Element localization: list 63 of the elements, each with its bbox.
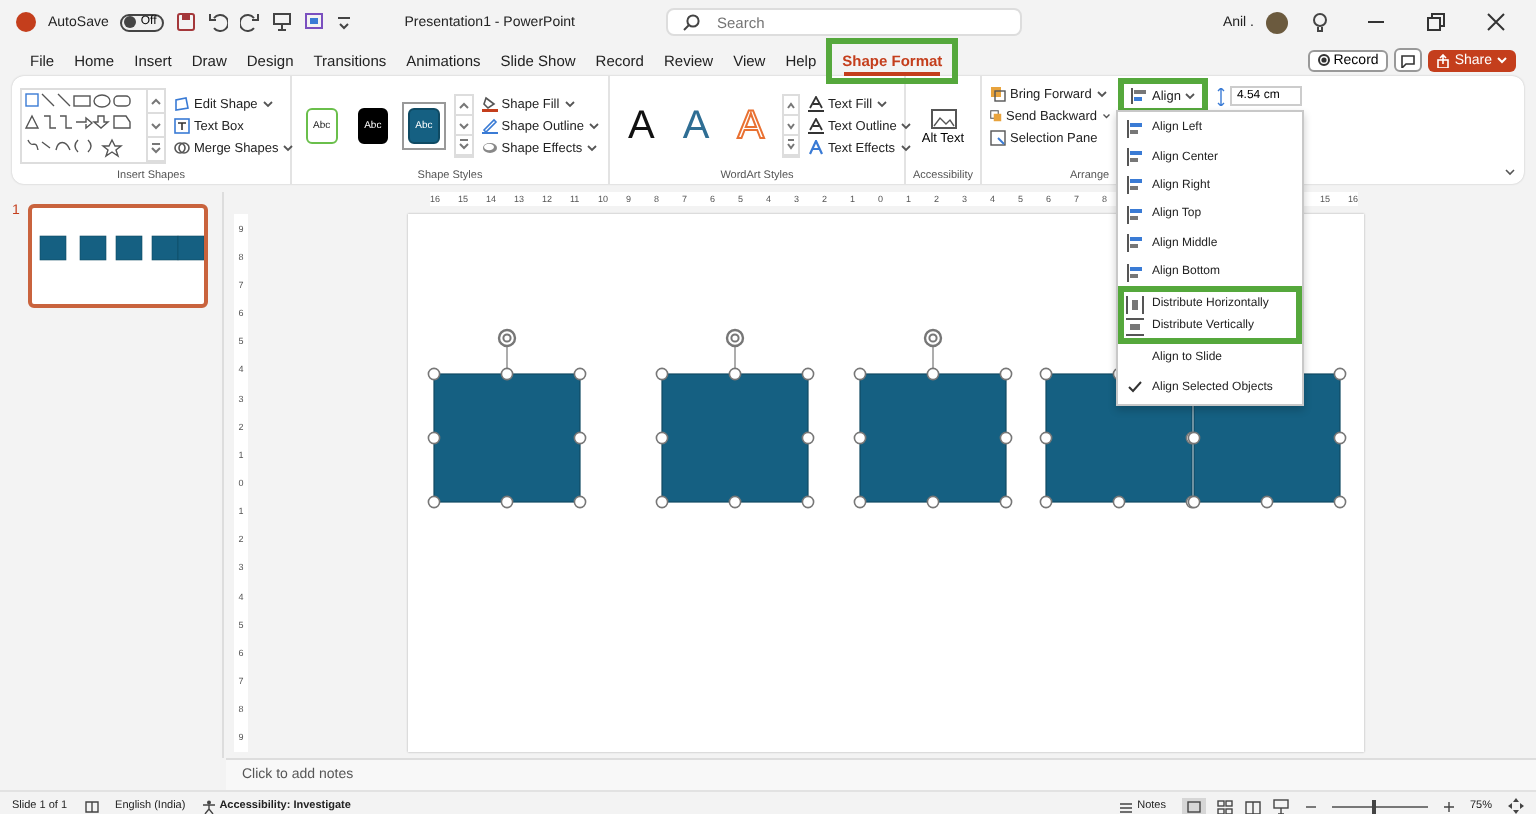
zoom-in-icon bbox=[1443, 801, 1454, 811]
presenter-icon bbox=[272, 12, 293, 32]
comment-icon bbox=[1400, 53, 1417, 67]
caret-icon bbox=[261, 100, 274, 108]
reading-view-icon bbox=[1243, 797, 1262, 814]
caret-icon bbox=[282, 144, 295, 152]
wordart-style[interactable]: A bbox=[628, 103, 655, 149]
selection-pane-icon bbox=[990, 130, 1006, 146]
check-icon bbox=[1126, 378, 1144, 397]
text-outline-icon bbox=[808, 118, 825, 134]
pencil-icon bbox=[481, 118, 498, 134]
caret-icon bbox=[586, 144, 599, 152]
collapse-ribbon-icon bbox=[1504, 168, 1516, 176]
text-box-icon bbox=[174, 118, 190, 134]
customize-icon bbox=[336, 12, 353, 32]
distribute-horizontally-icon bbox=[1126, 295, 1144, 314]
selected-rectangle[interactable] bbox=[853, 328, 1013, 509]
undo-icon bbox=[208, 12, 229, 32]
height-icon bbox=[1216, 87, 1227, 105]
text-effects-icon bbox=[808, 140, 825, 156]
align-icon bbox=[1126, 176, 1144, 195]
redo-icon bbox=[240, 12, 261, 32]
selected-rectangle[interactable] bbox=[427, 328, 587, 509]
caret-icon bbox=[1095, 90, 1108, 98]
record-icon bbox=[1317, 54, 1330, 66]
selected-rectangle[interactable] bbox=[655, 328, 815, 509]
caret-icon bbox=[563, 100, 576, 108]
bring-forward-icon bbox=[990, 86, 1006, 102]
shape-effects-icon bbox=[481, 140, 498, 156]
caret-icon bbox=[587, 122, 600, 130]
slideshow-view-icon bbox=[1271, 797, 1290, 814]
caret-icon bbox=[900, 122, 913, 130]
caret-icon bbox=[1184, 92, 1197, 100]
align-icon bbox=[1126, 148, 1144, 167]
edit-shape-icon bbox=[174, 96, 190, 112]
caret-icon bbox=[1496, 56, 1508, 64]
distribute-vertically-icon bbox=[1126, 317, 1144, 336]
align-icon bbox=[1126, 234, 1144, 253]
normal-view-icon bbox=[1181, 797, 1206, 814]
caret-icon bbox=[876, 100, 889, 108]
align-icon bbox=[1126, 263, 1144, 282]
picture-frame-icon bbox=[929, 107, 957, 131]
save-icon bbox=[176, 12, 197, 32]
caret-icon bbox=[899, 144, 912, 152]
send-backward-icon bbox=[990, 108, 1002, 124]
accessibility-icon bbox=[201, 799, 216, 813]
wordart-style[interactable]: A bbox=[682, 103, 710, 149]
fit-to-window-icon bbox=[1508, 798, 1524, 814]
caret-icon bbox=[1101, 112, 1110, 120]
slide-thumbnail[interactable] bbox=[27, 204, 208, 308]
notes-icon bbox=[1117, 799, 1134, 813]
align-icon bbox=[1126, 205, 1144, 224]
comments-button[interactable] bbox=[1394, 48, 1423, 72]
align-icon bbox=[1130, 88, 1148, 104]
search-icon bbox=[682, 13, 701, 31]
paint-bucket-icon bbox=[481, 96, 498, 112]
share-icon bbox=[1436, 53, 1451, 67]
zoom-out-icon bbox=[1305, 801, 1316, 811]
align-icon bbox=[1126, 119, 1144, 138]
text-fill-icon bbox=[808, 96, 825, 112]
avatar-icon[interactable] bbox=[1266, 11, 1288, 33]
slide-sorter-icon bbox=[1215, 797, 1234, 814]
merge-shapes-icon bbox=[174, 140, 190, 156]
